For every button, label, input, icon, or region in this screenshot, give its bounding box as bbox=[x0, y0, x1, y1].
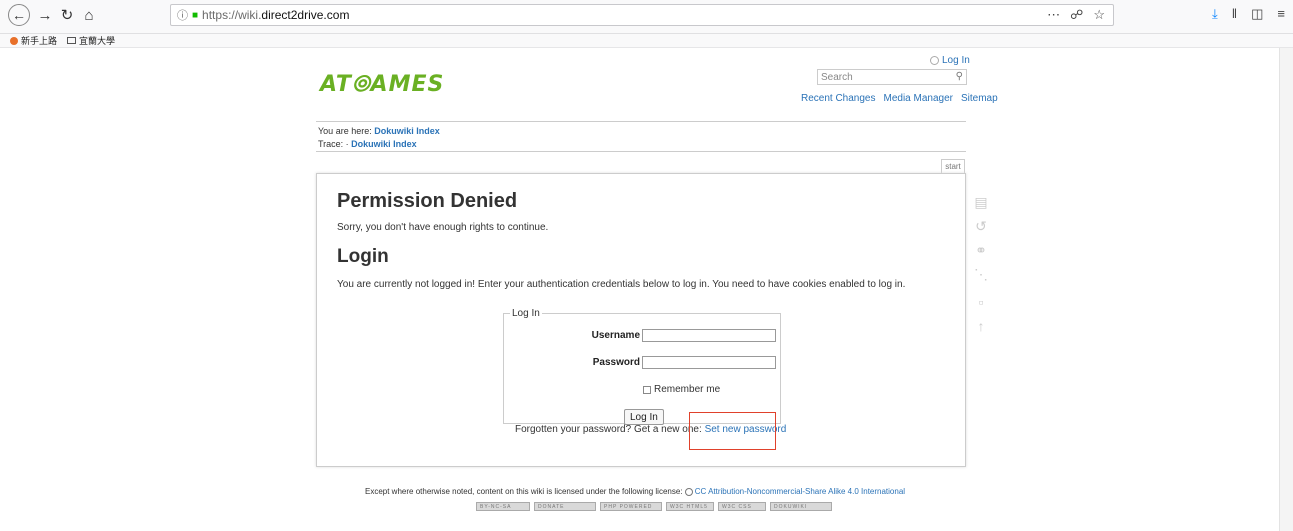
bookmark-star-icon[interactable]: ☆ bbox=[1093, 7, 1105, 23]
url-scheme: https://wiki. bbox=[202, 8, 262, 22]
highlight-box bbox=[689, 412, 776, 450]
bookmarks-bar: 新手上路 宜蘭大學 bbox=[0, 34, 1293, 48]
cc-icon bbox=[684, 487, 693, 496]
page-title: Permission Denied bbox=[337, 190, 518, 212]
recent-changes-link[interactable]: Recent Changes bbox=[801, 93, 876, 104]
license-footer: Except where otherwise noted, content on… bbox=[365, 487, 906, 496]
search-input[interactable]: Search ⚲ bbox=[817, 69, 967, 85]
download-icon[interactable]: ⤓ bbox=[1212, 6, 1218, 22]
login-heading: Login bbox=[337, 246, 389, 267]
username-field[interactable] bbox=[642, 329, 776, 342]
lock-icon[interactable]: ■ bbox=[192, 10, 198, 21]
divider bbox=[316, 151, 966, 152]
password-label: Password bbox=[592, 357, 640, 368]
footer-badges: BY-NC-SA DONATE PHP POWERED W3C HTML5 W3… bbox=[476, 502, 832, 511]
scrollbar[interactable] bbox=[1279, 48, 1293, 531]
sidebar-icon[interactable]: ◫ bbox=[1251, 6, 1263, 22]
page-actions-icon[interactable]: ⋯ bbox=[1047, 7, 1060, 23]
cc-badge[interactable]: BY-NC-SA bbox=[476, 502, 530, 511]
login-link[interactable]: Log In bbox=[930, 55, 970, 66]
sidebar-toggle-icon[interactable]: ⋱ bbox=[973, 266, 989, 282]
license-link[interactable]: CC Attribution-Noncommercial-Share Alike… bbox=[695, 487, 905, 496]
search-icon[interactable]: ⚲ bbox=[956, 71, 963, 82]
old-revisions-icon[interactable]: ↺ bbox=[973, 218, 989, 234]
permission-message: Sorry, you don't have enough rights to c… bbox=[337, 222, 549, 233]
browser-toolbar: ← → ↻ ⌂ ⓘ ■ https://wiki. direct2drive.co… bbox=[0, 0, 1293, 34]
library-icon[interactable]: ‖ bbox=[1232, 6, 1237, 22]
login-intro: You are currently not logged in! Enter y… bbox=[337, 279, 906, 290]
remember-checkbox[interactable] bbox=[643, 385, 651, 394]
bookmark-label: 宜蘭大學 bbox=[79, 36, 116, 46]
dokuwiki-badge[interactable]: DOKUWIKI bbox=[770, 502, 832, 511]
show-page-icon[interactable]: ▤ bbox=[973, 194, 989, 210]
bookmark-getting-started[interactable]: 新手上路 bbox=[10, 34, 57, 47]
remember-me[interactable]: Remember me bbox=[643, 384, 720, 395]
reload-icon[interactable]: ↻ bbox=[56, 4, 78, 26]
login-form: Log In Username Password Remember me Log… bbox=[503, 308, 781, 425]
bookmark-folder-niu[interactable]: 宜蘭大學 bbox=[67, 34, 115, 47]
atgames-logo[interactable]: AT⦾AMES bbox=[320, 72, 444, 97]
forward-arrow-icon[interactable]: → bbox=[34, 4, 56, 26]
search-placeholder: Search bbox=[821, 71, 853, 83]
username-label: Username bbox=[591, 330, 640, 341]
swirl-icon: ⦾ bbox=[351, 72, 371, 97]
css-badge[interactable]: W3C CSS bbox=[718, 502, 766, 511]
media-manager-link[interactable]: Media Manager bbox=[884, 93, 953, 104]
breadcrumb-link[interactable]: Dokuwiki Index bbox=[374, 126, 440, 136]
divider bbox=[316, 121, 966, 122]
firefox-icon bbox=[10, 36, 18, 45]
tools-nav: Recent Changes Media Manager Sitemap bbox=[801, 93, 998, 104]
trace: Trace: · Dokuwiki Index bbox=[318, 139, 417, 149]
bookmark-label: 新手上路 bbox=[21, 36, 58, 46]
home-icon[interactable]: ⌂ bbox=[78, 4, 100, 26]
donate-badge[interactable]: DONATE bbox=[534, 502, 596, 511]
menu-icon[interactable]: ≡ bbox=[1277, 6, 1285, 22]
html5-badge[interactable]: W3C HTML5 bbox=[666, 502, 714, 511]
breadcrumb: You are here: Dokuwiki Index bbox=[318, 126, 440, 136]
url-bar[interactable]: ⓘ ■ https://wiki. direct2drive.com ⋯ ☍ ☆ bbox=[170, 4, 1114, 26]
login-form-legend: Log In bbox=[512, 308, 540, 319]
sitemap-link[interactable]: Sitemap bbox=[961, 93, 998, 104]
trace-link[interactable]: Dokuwiki Index bbox=[351, 139, 417, 149]
password-field[interactable] bbox=[642, 356, 776, 369]
folder-icon bbox=[67, 37, 77, 44]
back-to-top-icon[interactable]: ↑ bbox=[973, 318, 989, 334]
backlinks-icon[interactable]: ⚭ bbox=[973, 242, 989, 258]
back-arrow-icon[interactable]: ← bbox=[8, 4, 30, 26]
php-badge[interactable]: PHP POWERED bbox=[600, 502, 662, 511]
user-icon bbox=[930, 56, 939, 65]
page-id-tab[interactable]: start bbox=[941, 159, 965, 173]
main-content: Permission Denied Sorry, you don't have … bbox=[316, 173, 966, 467]
pocket-icon[interactable]: ☍ bbox=[1070, 7, 1083, 23]
info-icon[interactable]: ⓘ bbox=[177, 7, 188, 23]
remember-label: Remember me bbox=[654, 384, 721, 395]
url-host: direct2drive.com bbox=[261, 8, 350, 22]
export-pdf-icon[interactable]: ▫ bbox=[973, 294, 989, 310]
login-link-label: Log In bbox=[942, 55, 970, 66]
login-submit-button[interactable]: Log In bbox=[624, 409, 664, 425]
